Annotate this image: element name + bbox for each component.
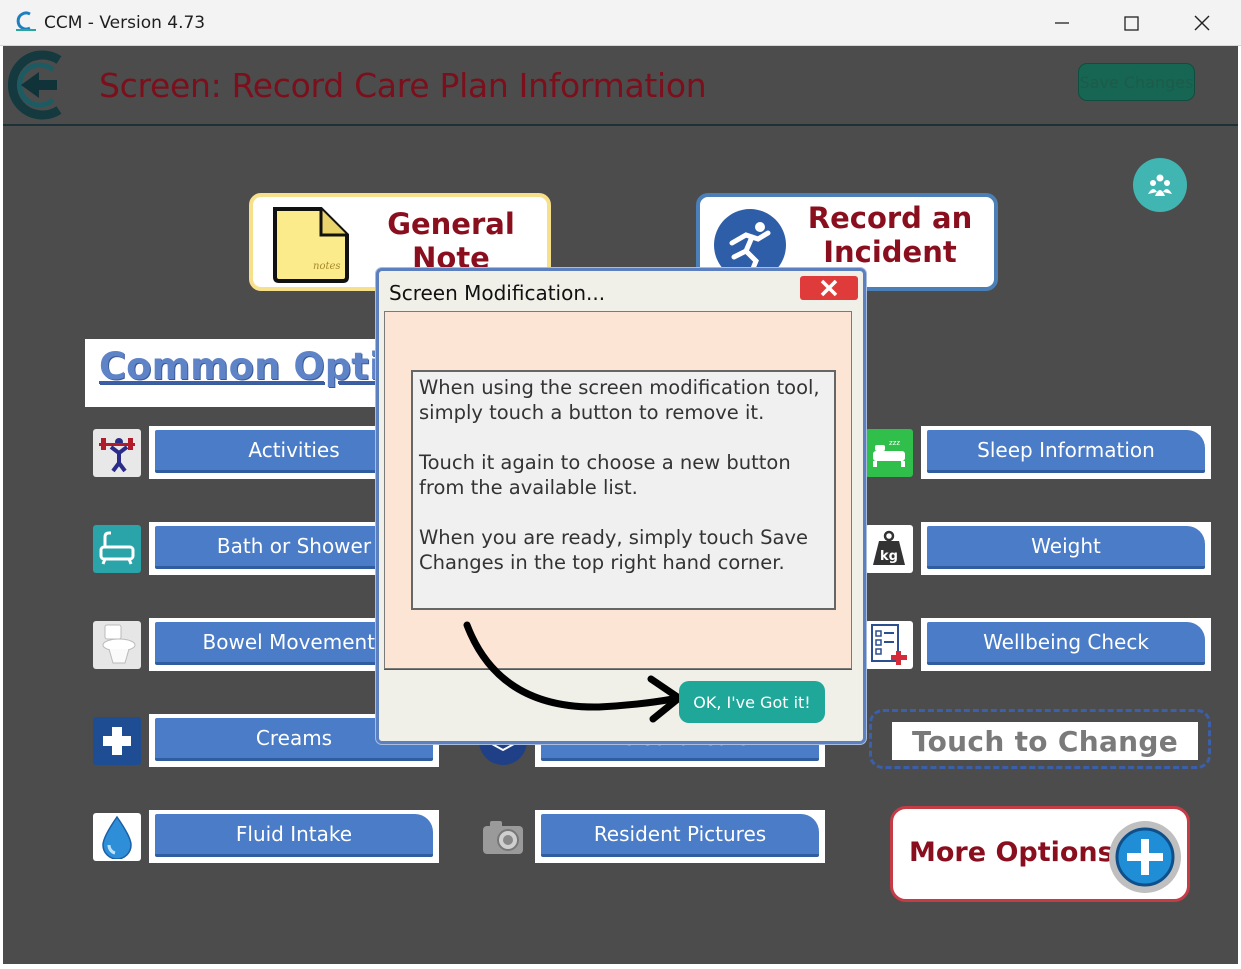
minimize-button[interactable] xyxy=(1042,8,1082,38)
screen-modification-dialog: Screen Modification... When using the sc… xyxy=(376,268,866,744)
weightlifting-icon xyxy=(93,429,141,477)
close-icon xyxy=(820,279,838,297)
sleep-information-label: Sleep Information xyxy=(927,430,1205,473)
dialog-body: When using the screen modification tool,… xyxy=(384,311,852,669)
camera-icon xyxy=(479,813,527,861)
kg-weight-icon: kg xyxy=(865,525,913,573)
water-drop-icon xyxy=(93,813,141,861)
wellbeing-check-button[interactable]: Wellbeing Check xyxy=(921,618,1211,671)
save-changes-button[interactable]: Save Changes xyxy=(1078,63,1195,101)
touch-to-change-slot[interactable]: Touch to Change xyxy=(869,709,1211,769)
record-incident-line2: Incident xyxy=(823,235,957,269)
bed-icon: zzz xyxy=(865,429,913,477)
ok-got-it-button[interactable]: OK, I've Got it! xyxy=(679,681,825,723)
dialog-title: Screen Modification... xyxy=(389,281,606,305)
close-icon xyxy=(1194,15,1210,31)
app-logo-icon xyxy=(16,11,36,31)
bathtub-icon xyxy=(93,525,141,573)
back-arrow-logo-icon[interactable] xyxy=(3,46,69,124)
instruction-paragraph-1: When using the screen modification tool,… xyxy=(419,376,820,424)
instruction-paragraph-2: Touch it again to choose a new button fr… xyxy=(419,451,791,499)
svg-text:notes: notes xyxy=(313,261,341,272)
instruction-paragraph-3: When you are ready, simply touch Save Ch… xyxy=(419,526,808,574)
maximize-icon xyxy=(1124,16,1139,31)
first-aid-icon xyxy=(93,717,141,765)
toilet-icon xyxy=(93,621,141,669)
curved-arrow-icon xyxy=(463,621,683,723)
resident-pictures-label: Resident Pictures xyxy=(541,814,819,857)
wellbeing-check-label: Wellbeing Check xyxy=(927,622,1205,665)
header-divider xyxy=(3,124,1238,126)
sleep-information-button[interactable]: Sleep Information xyxy=(921,426,1211,479)
plus-circle-icon xyxy=(1109,821,1181,893)
general-note-line1: General xyxy=(387,207,515,241)
window-title: CCM - Version 4.73 xyxy=(44,13,206,33)
weight-label: Weight xyxy=(927,526,1205,569)
residents-group-button[interactable] xyxy=(1133,158,1187,212)
close-window-button[interactable] xyxy=(1182,8,1222,38)
notes-icon: notes xyxy=(273,207,349,283)
dialog-close-button[interactable] xyxy=(800,276,858,300)
app-area: Screen: Record Care Plan Information Sav… xyxy=(3,46,1238,964)
checklist-icon xyxy=(865,621,913,669)
resident-pictures-button[interactable]: Resident Pictures xyxy=(535,810,825,863)
record-incident-label: Record an Incident xyxy=(800,201,980,269)
screen-title: Screen: Record Care Plan Information xyxy=(99,66,707,105)
fluid-intake-label: Fluid Intake xyxy=(155,814,433,857)
more-options-label: More Options xyxy=(909,837,1114,868)
window-titlebar: CCM - Version 4.73 xyxy=(0,0,1241,46)
minimize-icon xyxy=(1055,22,1069,24)
general-note-label: General Note xyxy=(371,207,531,275)
svg-text:kg: kg xyxy=(880,549,898,564)
svg-text:zzz: zzz xyxy=(889,439,900,447)
weight-button[interactable]: Weight xyxy=(921,522,1211,575)
touch-to-change-label: Touch to Change xyxy=(892,722,1198,760)
dialog-instructions: When using the screen modification tool,… xyxy=(411,370,836,610)
common-options-banner: Common Options xyxy=(85,339,395,407)
record-incident-line1: Record an xyxy=(807,201,973,235)
maximize-button[interactable] xyxy=(1112,8,1152,38)
people-group-icon xyxy=(1148,174,1172,196)
more-options-button[interactable]: More Options xyxy=(890,806,1190,902)
fluid-intake-button[interactable]: Fluid Intake xyxy=(149,810,439,863)
common-options-heading: Common Options xyxy=(99,345,395,388)
